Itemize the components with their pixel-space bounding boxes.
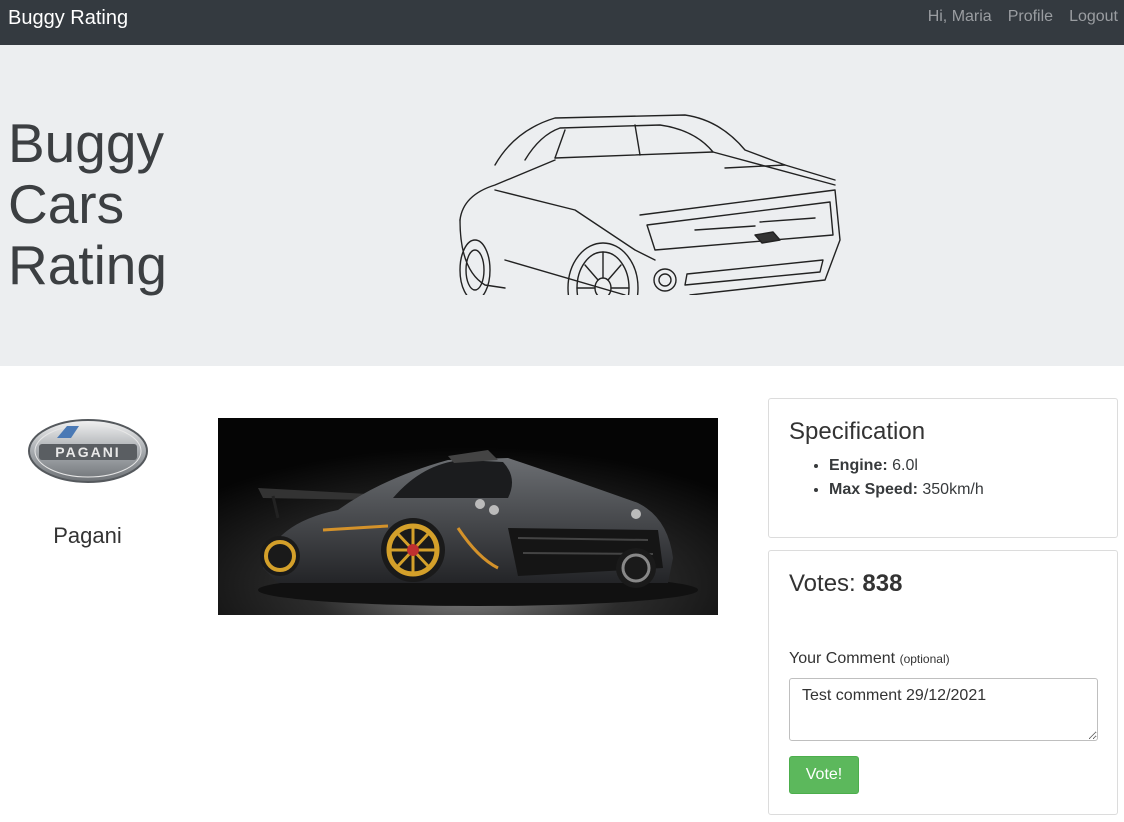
spec-engine: Engine: 6.0l [829,454,984,478]
comment-label-text: Your Comment [789,650,896,667]
votes-label: Votes: [789,570,856,597]
hero-title: Buggy Cars Rating [8,113,208,296]
vote-card: Votes: 838 Your Comment (optional) Test … [768,550,1118,815]
hero-banner: Buggy Cars Rating [0,45,1124,366]
spec-engine-label: Engine: [829,457,888,474]
hero-title-line-2: Cars [8,173,125,235]
nav-user-menu: Hi, Maria Profile Logout [912,7,1118,27]
votes-count: 838 [862,570,903,597]
spec-max-speed-label: Max Speed: [829,481,918,498]
logout-link[interactable]: Logout [1069,7,1118,27]
comment-textarea[interactable]: Test comment 29/12/2021 [789,678,1098,741]
brand-link[interactable]: Buggy Rating [8,6,128,30]
specification-title: Specification [789,418,926,445]
car-photo [218,418,718,615]
hero-title-line-3: Rating [8,234,167,296]
votes-heading: Votes: 838 [789,570,902,598]
vote-button[interactable]: Vote! [789,756,859,794]
hero-title-line-1: Buggy [8,112,164,174]
specification-card: Specification Engine: 6.0l Max Speed: 35… [768,398,1118,538]
comment-hint: (optional) [899,652,950,666]
navbar: Buggy Rating Hi, Maria Profile Logout [0,0,1124,45]
spec-engine-value: 6.0l [892,457,918,474]
user-greeting: Hi, Maria [927,8,992,25]
comment-label: Your Comment (optional) [789,649,950,669]
hero-car-sketch [459,114,841,295]
pagani-logo-text: PAGANI [55,444,120,460]
spec-max-speed: Max Speed: 350km/h [829,478,984,502]
pagani-logo: PAGANI [28,419,148,483]
profile-link[interactable]: Profile [1008,7,1053,27]
specification-list: Engine: 6.0l Max Speed: 350km/h [809,454,984,502]
make-name: Pagani [53,523,122,548]
spec-max-speed-value: 350km/h [922,481,984,498]
